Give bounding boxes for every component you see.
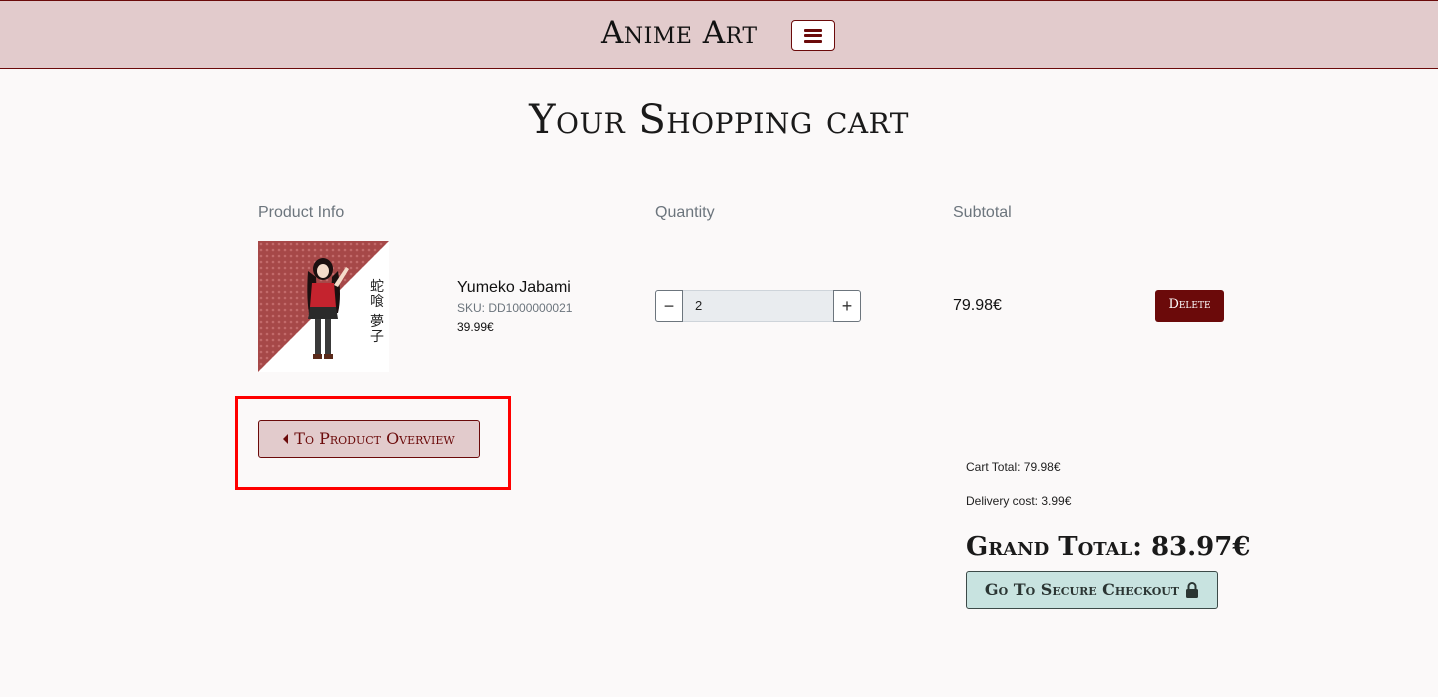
lock-icon — [1186, 582, 1199, 598]
delete-button[interactable]: Delete — [1155, 290, 1224, 322]
menu-toggle-button[interactable] — [791, 20, 835, 51]
decrement-quantity-button[interactable]: − — [655, 290, 683, 322]
minus-icon: − — [663, 296, 675, 316]
svg-text:子: 子 — [370, 329, 384, 345]
hamburger-menu-icon — [804, 28, 822, 43]
product-unit-price: 39.99€ — [457, 320, 494, 334]
page-title: Your Shopping cart — [529, 97, 909, 143]
svg-text:夢: 夢 — [370, 314, 384, 330]
secure-checkout-label: Go To Secure Checkout — [984, 580, 1180, 599]
brand-logo[interactable]: Anime Art — [601, 15, 758, 51]
column-header-quantity: Quantity — [655, 204, 715, 221]
delivery-cost: Delivery cost: 3.99€ — [966, 494, 1072, 508]
line-subtotal: 79.98€ — [953, 297, 1002, 314]
grand-total: Grand Total: 83.97€ — [966, 532, 1251, 562]
secure-checkout-button[interactable]: Go To Secure Checkout — [966, 571, 1218, 609]
navbar: Anime Art — [0, 0, 1438, 69]
quantity-stepper: − 2 + — [655, 290, 861, 322]
increment-quantity-button[interactable]: + — [833, 290, 861, 322]
cart-total: Cart Total: 79.98€ — [966, 460, 1061, 474]
caret-left-icon — [283, 434, 289, 444]
product-sku: SKU: DD1000000021 — [457, 301, 573, 315]
column-header-subtotal: Subtotal — [953, 204, 1012, 221]
product-name: Yumeko Jabami — [457, 279, 571, 296]
plus-icon: + — [841, 296, 853, 316]
to-product-overview-label: To Product Overview — [294, 429, 455, 448]
to-product-overview-button[interactable]: To Product Overview — [258, 420, 480, 458]
svg-text:蛇: 蛇 — [370, 279, 384, 295]
svg-text:喰: 喰 — [370, 294, 384, 310]
product-image: 蛇 喰 夢 子 — [258, 241, 389, 372]
quantity-input[interactable]: 2 — [683, 290, 833, 322]
column-header-product-info: Product Info — [258, 204, 345, 221]
